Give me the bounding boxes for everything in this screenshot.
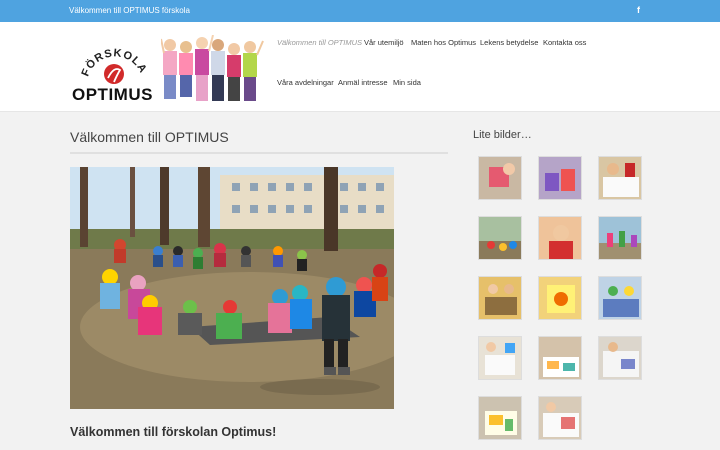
nav-item-lekens-betydelse[interactable]: Lekens betydelse [480, 38, 538, 47]
gallery-thumb[interactable] [538, 336, 582, 380]
gallery-thumb[interactable] [538, 276, 582, 320]
svg-text:OPTIMUS: OPTIMUS [72, 85, 153, 104]
gallery-thumb[interactable] [478, 276, 522, 320]
gallery-thumb[interactable] [478, 216, 522, 260]
welcome-heading: Välkommen till förskolan Optimus! [70, 425, 277, 439]
gallery-thumb[interactable] [478, 396, 522, 440]
gallery-thumb[interactable] [478, 336, 522, 380]
site-logo[interactable]: FÖRSKOLAN OPTIMUS [70, 37, 162, 123]
main-content: Välkommen till OPTIMUS Välkommen till fö… [0, 112, 720, 450]
nav-item-utemiljo[interactable]: Vår utemiljö [364, 38, 404, 47]
nav-item-maten[interactable]: Maten hos Optimus [411, 38, 476, 47]
nav-item-anmal-intresse[interactable]: Anmäl intresse [338, 78, 388, 87]
featured-photo [70, 167, 394, 409]
site-header: FÖRSKOLAN OPTIMUS Välkommen till OPTIMUS… [0, 22, 720, 112]
nav-item-kontakta-oss[interactable]: Kontakta oss [543, 38, 586, 47]
gallery-title: Lite bilder… [473, 129, 532, 141]
gallery-thumb[interactable] [598, 336, 642, 380]
gallery-thumb[interactable] [598, 156, 642, 200]
page-title: Välkommen till OPTIMUS [70, 129, 229, 145]
gallery-thumb[interactable] [538, 396, 582, 440]
kids-header-image [161, 35, 267, 107]
nav-item-valkommen[interactable]: Välkommen till OPTIMUS [277, 38, 362, 47]
facebook-icon[interactable]: f [637, 5, 640, 15]
gallery-thumb[interactable] [598, 216, 642, 260]
gallery-thumb[interactable] [538, 216, 582, 260]
gallery-thumb[interactable] [538, 156, 582, 200]
welcome-text: Välkommen till OPTIMUS förskola [69, 6, 190, 15]
title-divider [70, 152, 448, 154]
gallery-thumb[interactable] [598, 276, 642, 320]
nav-item-min-sida[interactable]: Min sida [393, 78, 421, 87]
gallery-thumb[interactable] [478, 156, 522, 200]
nav-item-avdelningar[interactable]: Våra avdelningar [277, 78, 334, 87]
top-bar: Välkommen till OPTIMUS förskola f [0, 0, 720, 22]
